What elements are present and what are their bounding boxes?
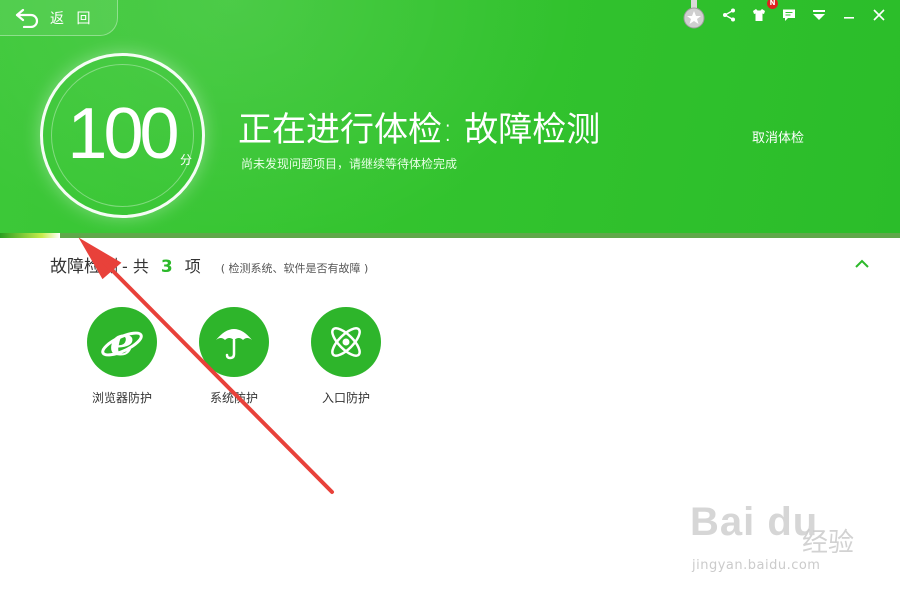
back-button[interactable]: 返 回 (0, 0, 118, 36)
item-label: 浏览器防护 (91, 391, 152, 405)
item-browser-protection[interactable]: e 浏览器防护 (72, 307, 172, 406)
header-banner: 返 回 N 100 分 正在进行体检: 故障检测 尚未发现问题项目，请继续等待体… (0, 0, 900, 233)
page-title: 正在进行体检: 故障检测 (238, 110, 601, 150)
section-note: ( 检测系统、软件是否有故障 ) (220, 262, 369, 275)
section-title: 故障检测 (50, 257, 118, 277)
message-icon[interactable] (776, 2, 802, 28)
atom-icon (311, 307, 381, 377)
close-icon[interactable] (866, 2, 892, 28)
section-separator: - 共 (122, 257, 149, 276)
item-system-protection[interactable]: 系统防护 (184, 307, 284, 406)
item-entry-protection[interactable]: 入口防护 (296, 307, 396, 406)
umbrella-icon (199, 307, 269, 377)
medal-icon[interactable] (682, 0, 706, 30)
score-unit: 分 (180, 153, 193, 167)
watermark-url: jingyan.baidu.com (692, 558, 821, 573)
progress-track (0, 233, 900, 238)
back-label: 返 回 (50, 10, 95, 27)
ie-browser-icon: e (87, 307, 157, 377)
section-count: 3 (160, 257, 173, 277)
watermark-brand-cn: 经验 (802, 528, 855, 558)
status-subtitle: 尚未发现问题项目，请继续等待体检完成 (241, 157, 458, 171)
menu-dropdown-icon[interactable] (806, 2, 832, 28)
section-header: 故障检测 - 共 3 项 ( 检测系统、软件是否有故障 ) (50, 252, 368, 278)
back-arrow-icon (15, 8, 39, 28)
skin-shirt-icon[interactable]: N (746, 0, 778, 28)
window-controls: N (682, 0, 892, 30)
progress-fill (0, 233, 61, 238)
chevron-up-icon[interactable] (852, 256, 872, 270)
minimize-icon[interactable] (836, 2, 862, 28)
section-count-unit: 项 (184, 257, 201, 276)
baidu-watermark: Bai du 经验 jingyan.baidu.com (690, 500, 890, 580)
watermark-brand: Bai du (690, 500, 819, 544)
share-icon[interactable] (716, 2, 742, 28)
score-ring: 100 分 (40, 53, 205, 218)
item-label: 系统防护 (209, 391, 258, 405)
item-label: 入口防护 (321, 391, 370, 405)
cancel-check-button[interactable]: 取消体检 (752, 127, 804, 146)
protection-items: e 浏览器防护 系统防护 入口防护 (0, 307, 900, 417)
score-value: 100 (67, 94, 179, 174)
